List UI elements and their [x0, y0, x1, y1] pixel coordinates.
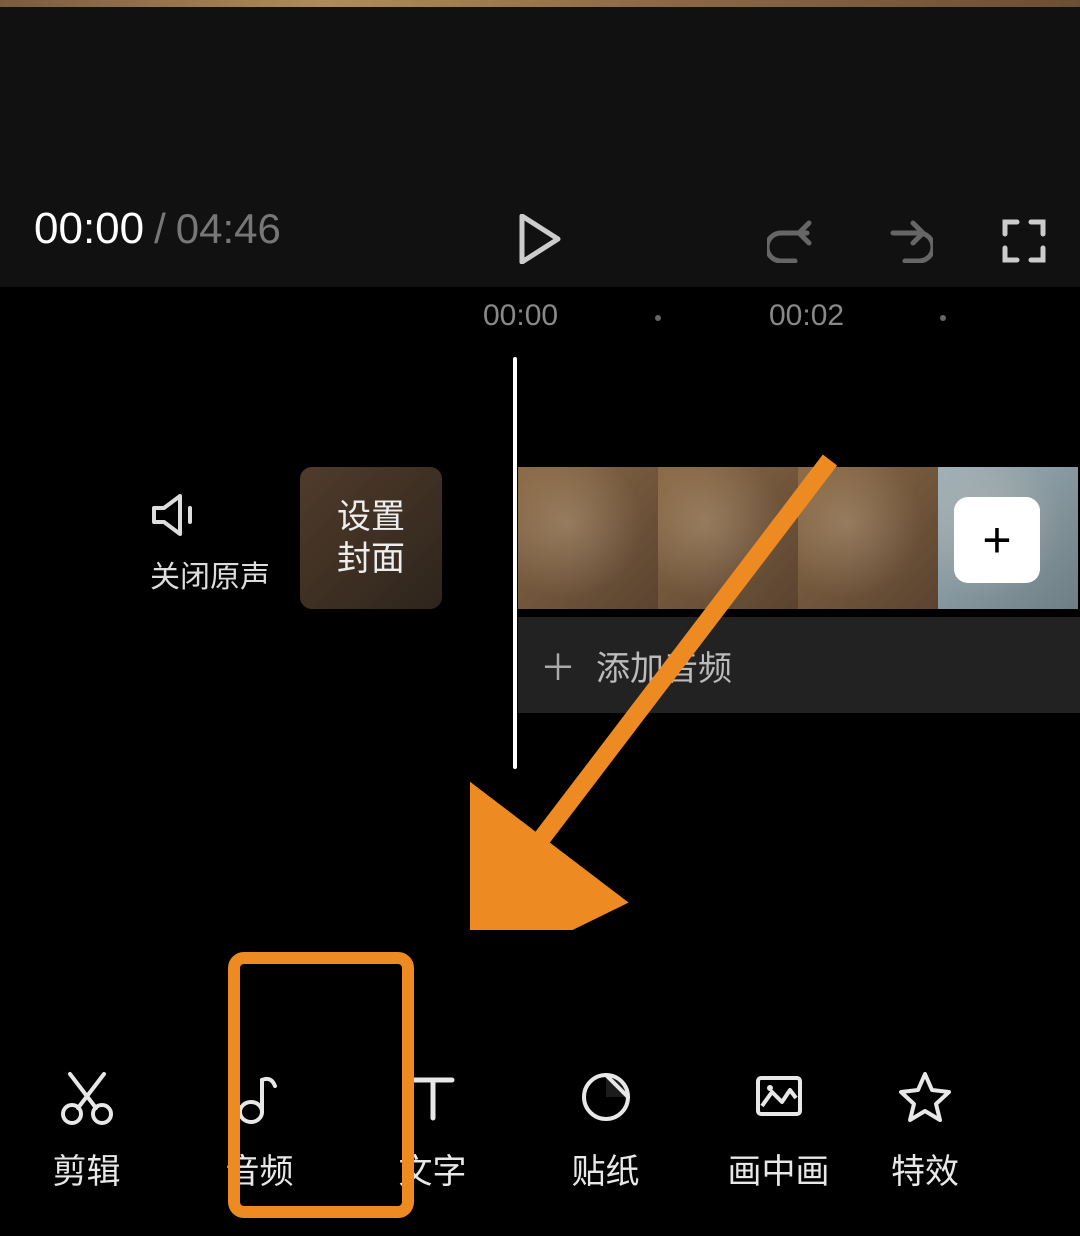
clip-thumbnail[interactable] [658, 467, 798, 609]
clip-thumbnail[interactable] [518, 467, 658, 609]
play-icon [518, 214, 562, 264]
tool-label: 音频 [226, 1144, 294, 1193]
fullscreen-button[interactable] [996, 213, 1052, 269]
pip-icon [750, 1068, 808, 1126]
cover-label-line2: 封面 [337, 538, 405, 580]
redo-button[interactable] [880, 213, 936, 269]
add-clip-button[interactable]: + [954, 497, 1040, 583]
add-audio-label: 添加音频 [596, 641, 732, 690]
undo-button[interactable] [764, 213, 820, 269]
ruler-label: 00:00 [483, 299, 558, 333]
tool-label: 特效 [891, 1144, 959, 1193]
ruler-label: 00:02 [769, 299, 844, 333]
ruler-dot [940, 315, 946, 321]
add-audio-track[interactable]: ＋ 添加音频 [518, 617, 1080, 713]
set-cover-button[interactable]: 设置 封面 [300, 467, 442, 609]
current-time: 00:00 [34, 204, 144, 254]
fullscreen-icon [1001, 218, 1047, 264]
tool-audio[interactable]: 音频 [173, 1068, 346, 1193]
undo-icon [767, 219, 817, 263]
plus-icon: + [982, 511, 1011, 569]
clip-thumbnail[interactable] [798, 467, 938, 609]
tool-label: 画中画 [728, 1144, 830, 1193]
tool-label: 剪辑 [53, 1144, 121, 1193]
timeline-zone[interactable]: 关闭原声 设置 封面 + ＋ 添加音频 [0, 347, 1080, 895]
timeline-playhead[interactable] [513, 357, 517, 769]
star-icon [896, 1068, 954, 1126]
timeline-ruler[interactable]: 00:00 00:02 [0, 287, 1080, 347]
time-separator: / [154, 205, 166, 253]
plus-icon: ＋ [540, 639, 576, 691]
tool-pip[interactable]: 画中画 [692, 1068, 865, 1193]
text-icon [404, 1068, 462, 1126]
video-preview-strip [0, 0, 1080, 7]
mute-label: 关闭原声 [150, 552, 270, 596]
cover-label-line1: 设置 [337, 496, 405, 538]
tool-cut[interactable]: 剪辑 [0, 1068, 173, 1193]
speaker-icon [150, 492, 206, 538]
total-time: 04:46 [176, 205, 281, 253]
sticker-icon [577, 1068, 635, 1126]
video-preview-area: 00:00 / 04:46 [0, 7, 1080, 287]
player-time-text: 00:00 / 04:46 [34, 204, 281, 254]
bottom-toolbar: 剪辑 音频 文字 贴纸 画中画 [0, 1050, 1080, 1210]
tool-label: 文字 [399, 1144, 467, 1193]
play-button[interactable] [510, 209, 570, 269]
scissors-icon [58, 1068, 116, 1126]
redo-icon [883, 219, 933, 263]
music-note-icon [231, 1068, 289, 1126]
tool-effect[interactable]: 特效 [865, 1068, 985, 1193]
ruler-dot [655, 315, 661, 321]
tool-text[interactable]: 文字 [346, 1068, 519, 1193]
tool-sticker[interactable]: 贴纸 [519, 1068, 692, 1193]
tool-label: 贴纸 [572, 1144, 640, 1193]
mute-original-audio[interactable]: 关闭原声 [150, 492, 270, 596]
